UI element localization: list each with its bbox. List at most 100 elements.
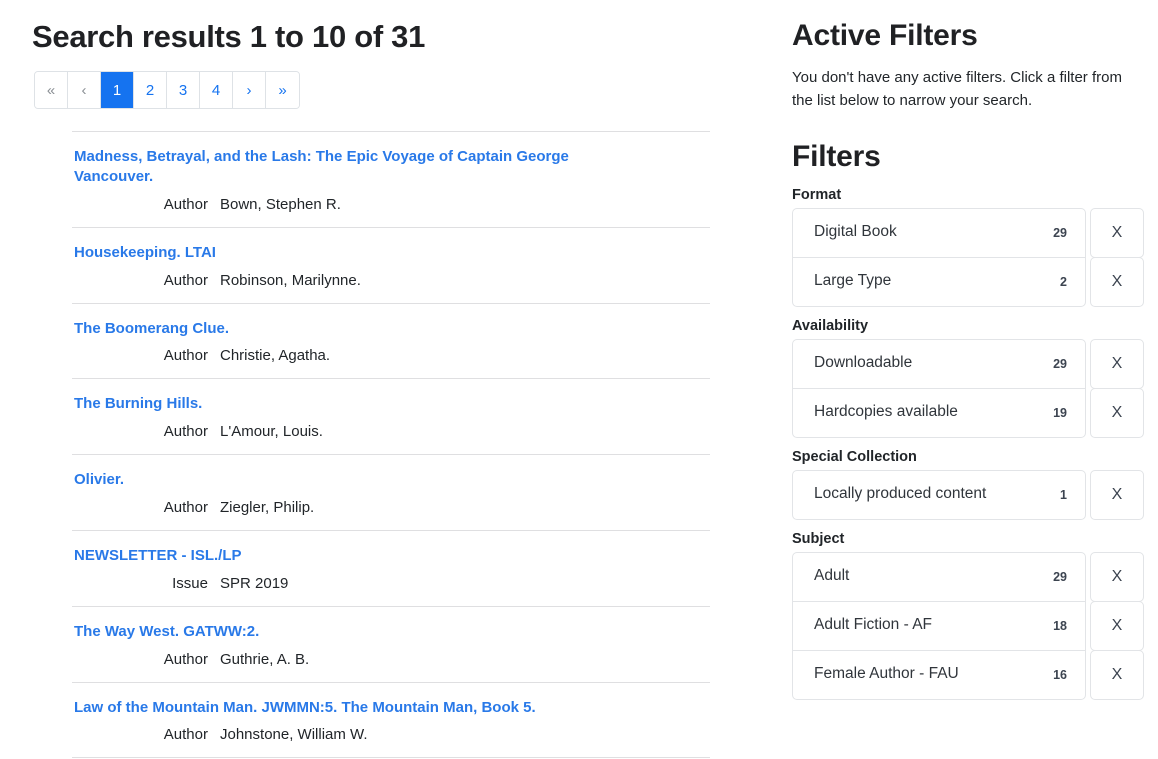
results-list: Madness, Betrayal, and the Lash: The Epi… (72, 131, 710, 758)
filter-remove-button[interactable]: X (1090, 470, 1144, 520)
filter-remove-button[interactable]: X (1090, 388, 1144, 438)
result-title-link[interactable]: The Boomerang Clue. (74, 319, 634, 339)
pagination-next[interactable]: › (233, 72, 266, 108)
result-title-link[interactable]: NEWSLETTER - ISL./LP (74, 546, 634, 566)
result-meta-label: Issue (72, 575, 220, 592)
filter-option-label: Hardcopies available (814, 403, 958, 422)
filter-row: Hardcopies available 19 X (792, 388, 1144, 438)
filter-remove-button[interactable]: X (1090, 650, 1144, 700)
result-item: Law of the Mountain Man. JWMMN:5. The Mo… (72, 682, 710, 759)
result-meta-label: Author (72, 423, 220, 440)
filter-option-button[interactable]: Locally produced content 1 (792, 470, 1086, 520)
filter-option-count: 19 (1053, 406, 1067, 420)
result-meta: AuthorBown, Stephen R. (72, 196, 710, 213)
result-title-link[interactable]: The Way West. GATWW:2. (74, 622, 634, 642)
filter-option-count: 16 (1053, 668, 1067, 682)
filter-groups: FormatDigital Book29XLarge Type2XAvailab… (792, 187, 1144, 700)
filter-group: Downloadable29X Hardcopies available 19 X (792, 339, 1144, 438)
pagination-page-4[interactable]: 4 (200, 72, 233, 108)
filter-remove-button[interactable]: X (1090, 339, 1144, 389)
active-filters-note: You don't have any active filters. Click… (792, 66, 1137, 113)
result-item: The Boomerang Clue. AuthorChristie, Agath… (72, 303, 710, 379)
pagination-first: « (35, 72, 68, 108)
filter-option-count: 29 (1053, 570, 1067, 584)
result-meta: AuthorRobinson, Marilynne. (72, 272, 710, 289)
filter-option-button[interactable]: Downloadable29 (792, 339, 1086, 389)
filters-sidebar: Active Filters You don't have any active… (792, 0, 1158, 701)
pagination-page-3[interactable]: 3 (167, 72, 200, 108)
filter-option-button[interactable]: Hardcopies available 19 (792, 388, 1086, 438)
filter-option-button[interactable]: Female Author - FAU 16 (792, 650, 1086, 700)
filter-option-label: Locally produced content (814, 485, 986, 504)
result-meta-label: Author (72, 196, 220, 213)
pagination-prev: ‹ (68, 72, 101, 108)
pagination[interactable]: «‹1234›» (34, 71, 300, 109)
filter-group: Locally produced content 1 X (792, 470, 1144, 520)
result-meta-value: Robinson, Marilynne. (220, 272, 361, 289)
filter-option-label: Adult Fiction - AF (814, 616, 932, 635)
filter-row: Female Author - FAU 16 X (792, 650, 1144, 700)
filter-remove-button[interactable]: X (1090, 552, 1144, 602)
result-meta-value: Ziegler, Philip. (220, 499, 314, 516)
result-meta: AuthorL'Amour, Louis. (72, 423, 710, 440)
page-title: Search results 1 to 10 of 31 (32, 18, 760, 55)
filter-option-count: 29 (1053, 357, 1067, 371)
filter-group-label: Availability (792, 318, 1144, 334)
filter-option-count: 29 (1053, 226, 1067, 240)
pagination-page-2[interactable]: 2 (134, 72, 167, 108)
pagination-page-1[interactable]: 1 (101, 72, 134, 108)
result-meta-label: Author (72, 272, 220, 289)
filter-group-label: Subject (792, 531, 1144, 547)
filter-row: Adult 29 X (792, 552, 1144, 602)
result-title-link[interactable]: Housekeeping. LTAI (74, 243, 634, 263)
filter-row: Digital Book 29 X (792, 208, 1144, 258)
result-meta: AuthorZiegler, Philip. (72, 499, 710, 516)
filter-option-count: 18 (1053, 619, 1067, 633)
result-item: NEWSLETTER - ISL./LP IssueSPR 2019 (72, 530, 710, 606)
filter-remove-button[interactable]: X (1090, 601, 1144, 651)
result-meta-value: SPR 2019 (220, 575, 288, 592)
filter-group: Adult29XAdult Fiction - AF18XFemale Auth… (792, 552, 1144, 700)
result-meta-value: Bown, Stephen R. (220, 196, 341, 213)
result-title-link[interactable]: Madness, Betrayal, and the Lash: The Epi… (74, 147, 634, 187)
result-meta: AuthorGuthrie, A. B. (72, 651, 710, 668)
pagination-last[interactable]: » (266, 72, 299, 108)
filter-option-button[interactable]: Digital Book 29 (792, 208, 1086, 258)
result-title-link[interactable]: Law of the Mountain Man. JWMMN:5. The Mo… (74, 698, 634, 718)
filters-title: Filters (792, 139, 1144, 175)
filter-row: Downloadable29X (792, 339, 1144, 389)
filter-option-label: Large Type (814, 272, 891, 291)
active-filters-title: Active Filters (792, 18, 1144, 54)
filter-row: Adult Fiction - AF 18 X (792, 601, 1144, 651)
filter-group: Digital Book 29 XLarge Type2X (792, 208, 1144, 307)
result-meta-value: Johnstone, William W. (220, 726, 368, 743)
result-meta-label: Author (72, 726, 220, 743)
filter-row: Locally produced content 1 X (792, 470, 1144, 520)
filter-option-label: Adult (814, 567, 849, 586)
filter-remove-button[interactable]: X (1090, 208, 1144, 258)
search-results-page: Search results 1 to 10 of 31 «‹1234›» Ma… (0, 0, 1158, 759)
result-meta-value: L'Amour, Louis. (220, 423, 323, 440)
result-meta: AuthorJohnstone, William W. (72, 726, 710, 743)
result-meta: AuthorChristie, Agatha. (72, 347, 710, 364)
filter-option-button[interactable]: Adult Fiction - AF 18 (792, 601, 1086, 651)
filter-option-count: 1 (1060, 488, 1067, 502)
result-meta-label: Author (72, 499, 220, 516)
filter-option-label: Digital Book (814, 223, 897, 242)
filter-group-label: Format (792, 187, 1144, 203)
filter-option-button[interactable]: Adult 29 (792, 552, 1086, 602)
result-item: Housekeeping. LTAI AuthorRobinson, Marily… (72, 227, 710, 303)
result-title-link[interactable]: Olivier. (74, 470, 634, 490)
result-item: The Burning Hills. AuthorL'Amour, Louis. (72, 378, 710, 454)
result-meta: IssueSPR 2019 (72, 575, 710, 592)
filter-option-label: Female Author - FAU (814, 665, 959, 684)
result-item: Madness, Betrayal, and the Lash: The Epi… (72, 131, 710, 227)
result-meta-label: Author (72, 651, 220, 668)
result-item: Olivier. AuthorZiegler, Philip. (72, 454, 710, 530)
filter-row: Large Type2X (792, 257, 1144, 307)
filter-group-label: Special Collection (792, 449, 1144, 465)
result-title-link[interactable]: The Burning Hills. (74, 394, 634, 414)
filter-remove-button[interactable]: X (1090, 257, 1144, 307)
filter-option-button[interactable]: Large Type2 (792, 257, 1086, 307)
results-column: Search results 1 to 10 of 31 «‹1234›» Ma… (0, 0, 760, 758)
